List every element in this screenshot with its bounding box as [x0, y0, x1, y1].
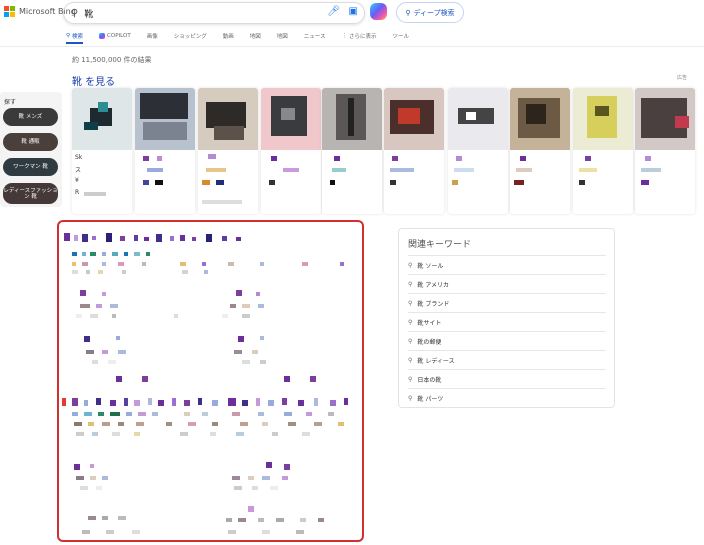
deep-search-icon: ⚲: [405, 8, 411, 17]
related-keyword-label: 靴 パーツ: [417, 396, 444, 403]
product-thumbnail: [635, 88, 695, 150]
chip-label: 靴 メンズ: [18, 114, 43, 120]
product-thumbnail: [261, 88, 321, 150]
explore-chip-online[interactable]: 靴 通販: [3, 133, 58, 151]
microsoft-logo-icon: [4, 6, 15, 17]
search-icon: ⚲: [408, 300, 413, 307]
header-divider: [0, 46, 704, 47]
tab-label: 地図: [249, 34, 261, 40]
tab-label: ニュース: [303, 34, 326, 40]
related-keyword-label: 靴サイト: [417, 320, 442, 327]
copilot-icon[interactable]: [370, 3, 387, 20]
deep-search-label: ディープ検索: [413, 8, 455, 17]
tab-shopping[interactable]: ショッピング: [174, 30, 207, 42]
tab-label: 地図: [276, 34, 288, 40]
tab-more[interactable]: ⋮ さらに表示: [342, 30, 377, 42]
search-icon: ⚲: [408, 395, 413, 402]
tab-label: ショッピング: [173, 34, 207, 40]
related-keyword-label: 靴 ソール: [417, 263, 444, 270]
microphone-icon[interactable]: 🎤︎: [327, 6, 340, 17]
image-card[interactable]: [198, 88, 258, 214]
search-tabs: ⚲ 検索 COPILOT 画像 ショッピング 動画 地図 地図 ニュース ⋮ さらに…: [66, 30, 425, 44]
search-icon: ⚲: [408, 319, 413, 326]
tab-label: ツール: [392, 34, 410, 40]
card-subtitle: ス: [75, 167, 82, 174]
related-keyword-label: 靴 レディース: [417, 358, 455, 365]
related-keywords-title: 関連キーワード: [408, 240, 472, 250]
card-store: R: [75, 189, 80, 196]
search-query[interactable]: 靴: [84, 7, 93, 20]
product-thumbnail: [510, 88, 570, 150]
ad-label[interactable]: 広告: [677, 74, 687, 81]
chip-label: 靴 通販: [21, 139, 40, 145]
related-keywords-panel: 関連キーワード ⚲ 靴 ソール ⚲ 靴 アメリカ ⚲ 靴 ブランド ⚲ 靴サイト ⚲ 靴の…: [398, 228, 615, 408]
search-icon: ⚲: [408, 262, 413, 269]
image-card[interactable]: [573, 88, 633, 214]
tab-label: 検索: [72, 34, 84, 40]
tab-label: 画像: [146, 34, 158, 40]
related-keyword-item[interactable]: ⚲ 日本の靴: [408, 369, 606, 389]
product-thumbnail: [135, 88, 195, 150]
tab-maps-2[interactable]: 地図: [277, 30, 288, 42]
image-card[interactable]: [135, 88, 195, 214]
related-keyword-label: 日本の靴: [417, 377, 442, 384]
related-keyword-item[interactable]: ⚲ 靴サイト: [408, 312, 606, 332]
related-keyword-item[interactable]: ⚲ 靴 ブランド: [408, 293, 606, 313]
image-card[interactable]: [448, 88, 508, 214]
explore-chip-mens[interactable]: 靴 メンズ: [3, 108, 58, 126]
more-icon: ⋮: [341, 33, 348, 39]
related-keyword-item[interactable]: ⚲ 靴 アメリカ: [408, 274, 606, 294]
product-thumbnail: [198, 88, 258, 150]
related-keyword-item[interactable]: ⚲ 靴の郵便: [408, 331, 606, 351]
tab-search[interactable]: ⚲ 検索: [66, 30, 84, 44]
chip-label: レディースファッション 靴: [3, 187, 58, 200]
search-icon: ⚲: [66, 33, 71, 39]
image-card[interactable]: [635, 88, 695, 214]
card-title: Sk: [75, 154, 83, 161]
images-heading-link[interactable]: 靴 を見る: [72, 73, 115, 88]
search-icon: ⚲: [71, 7, 79, 19]
search-icon: ⚲: [408, 357, 413, 364]
explore-chip-ladies[interactable]: レディースファッション 靴: [3, 183, 58, 204]
search-box[interactable]: ⚲ 靴 🎤︎ ▣: [63, 2, 365, 24]
tab-tools[interactable]: ツール: [393, 30, 410, 42]
related-keyword-label: 靴の郵便: [417, 339, 442, 346]
image-card[interactable]: Sk ス ¥ R: [72, 88, 132, 214]
image-card[interactable]: [510, 88, 570, 214]
search-icon: ⚲: [408, 338, 413, 345]
image-card[interactable]: [384, 88, 444, 214]
product-thumbnail: [322, 88, 382, 150]
explore-chip-workman[interactable]: ワークマン 靴: [3, 158, 58, 176]
search-icon: ⚲: [408, 281, 413, 288]
results-count: 約 11,500,000 件の結果: [72, 56, 152, 64]
related-keyword-item[interactable]: ⚲ 靴 ソール: [408, 255, 606, 275]
explore-title: 探す: [4, 99, 17, 106]
image-card[interactable]: [322, 88, 382, 214]
related-keyword-item[interactable]: ⚲ 靴 パーツ: [408, 388, 606, 408]
related-keyword-label: 靴 アメリカ: [417, 282, 450, 289]
related-keyword-item[interactable]: ⚲ 靴 レディース: [408, 350, 606, 370]
product-thumbnail: [573, 88, 633, 150]
search-results-pixelated: [62, 233, 348, 534]
image-card[interactable]: [261, 88, 321, 214]
tab-label: COPILOT: [107, 33, 131, 39]
tab-copilot[interactable]: COPILOT: [99, 30, 131, 42]
copilot-icon: [99, 33, 106, 39]
card-price: ¥: [75, 177, 79, 184]
tab-maps[interactable]: 地図: [250, 30, 261, 42]
product-thumbnail: [448, 88, 508, 150]
tab-label: さらに表示: [349, 34, 377, 40]
tab-videos[interactable]: 動画: [223, 30, 234, 42]
product-thumbnail: [72, 88, 132, 150]
deep-search-button[interactable]: ⚲ ディープ検索: [396, 2, 464, 23]
search-icon: ⚲: [408, 376, 413, 383]
visual-search-icon[interactable]: ▣: [349, 6, 358, 17]
chip-label: ワークマン 靴: [13, 164, 48, 170]
related-keyword-label: 靴 ブランド: [417, 301, 450, 308]
product-thumbnail: [384, 88, 444, 150]
tab-news[interactable]: ニュース: [304, 30, 326, 42]
tab-label: 動画: [222, 34, 234, 40]
tab-images[interactable]: 画像: [147, 30, 158, 42]
